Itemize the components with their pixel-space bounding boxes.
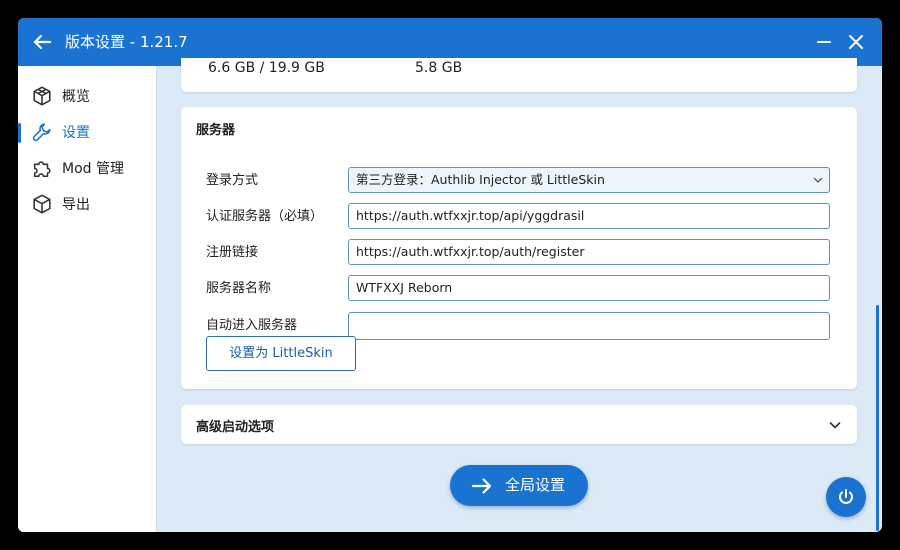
active-indicator: [18, 123, 21, 143]
register-link-label: 注册链接: [206, 245, 259, 260]
power-icon: [839, 489, 853, 504]
server-card: 服务器 登录方式 第三方登录：Authlib Injector 或 Little…: [181, 107, 857, 389]
close-icon[interactable]: [846, 32, 866, 52]
wrench-icon: [32, 123, 51, 142]
back-arrow-icon[interactable]: [30, 30, 54, 54]
sidebar-item-overview[interactable]: 概览: [18, 81, 156, 111]
sidebar-item-label: 导出: [62, 197, 90, 213]
auto-join-label: 自动进入服务器: [206, 318, 298, 333]
sidebar-item-label: Mod 管理: [62, 161, 124, 177]
auto-join-input[interactable]: [348, 312, 830, 340]
auth-server-input[interactable]: https://auth.wtfxxjr.top/api/yggdrasil: [348, 203, 830, 229]
server-name-label: 服务器名称: [206, 281, 272, 296]
memory-used-total: 6.6 GB / 19.9 GB: [208, 60, 325, 76]
server-name-input[interactable]: WTFXXJ Reborn: [348, 275, 830, 301]
global-settings-button[interactable]: 全局设置: [450, 465, 588, 506]
chevron-down-icon[interactable]: [828, 418, 842, 432]
global-settings-label: 全局设置: [505, 476, 566, 494]
cube-outline-icon: [33, 86, 51, 106]
set-littleskin-button[interactable]: 设置为 LittleSkin: [206, 336, 356, 371]
advanced-options-title: 高级启动选项: [196, 420, 275, 435]
arrow-right-icon: [471, 478, 492, 494]
chevron-down-icon: [813, 177, 823, 183]
login-method-label: 登录方式: [206, 173, 259, 188]
sidebar: 概览 设置 Mod 管理 导出: [18, 66, 157, 532]
sidebar-item-settings[interactable]: 设置: [18, 117, 156, 147]
register-link-input[interactable]: https://auth.wtfxxjr.top/auth/register: [348, 239, 830, 265]
login-method-select[interactable]: 第三方登录：Authlib Injector 或 LittleSkin: [348, 167, 830, 193]
login-method-value: 第三方登录：Authlib Injector 或 LittleSkin: [356, 172, 605, 187]
memory-card: 6.6 GB / 19.9 GB 5.8 GB: [181, 58, 857, 92]
puzzle-icon: [33, 161, 51, 178]
sidebar-item-label: 设置: [62, 125, 90, 141]
advanced-options-card[interactable]: 高级启动选项: [181, 405, 857, 444]
launch-button[interactable]: [826, 477, 866, 517]
sidebar-item-export[interactable]: 导出: [18, 189, 156, 219]
auth-server-label: 认证服务器（必填）: [206, 209, 324, 224]
window-title: 版本设置 - 1.21.7: [65, 33, 188, 51]
section-title: 服务器: [196, 123, 236, 138]
scrollbar-thumb[interactable]: [876, 305, 879, 531]
minimize-icon[interactable]: [814, 32, 834, 52]
package-icon: [33, 194, 51, 214]
sidebar-item-label: 概览: [62, 89, 90, 105]
memory-available: 5.8 GB: [415, 60, 463, 76]
sidebar-item-mod-manager[interactable]: Mod 管理: [18, 153, 156, 183]
settings-window: 版本设置 - 1.21.7 概览 设置 Mod 管理 导出 6.6 GB / 1…: [18, 18, 882, 532]
